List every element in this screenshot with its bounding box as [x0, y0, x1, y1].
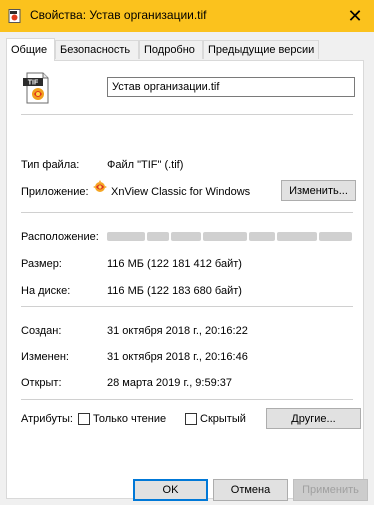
apply-button[interactable]: Применить — [293, 479, 368, 501]
other-attributes-button[interactable]: Другие... — [266, 408, 361, 429]
cancel-button-label: Отмена — [230, 484, 271, 496]
other-attributes-button-label: Другие... — [291, 412, 336, 425]
modified-value: 31 октября 2018 г., 20:16:46 — [107, 351, 248, 363]
accessed-value: 28 марта 2019 г., 9:59:37 — [107, 377, 233, 389]
tif-file-icon — [8, 9, 21, 23]
file-name-input[interactable] — [107, 77, 355, 97]
size-value: 116 МБ (122 181 412 байт) — [107, 258, 242, 270]
tab-label: Подробно — [144, 44, 195, 56]
separator — [21, 399, 353, 400]
tab-general[interactable]: Общие — [6, 38, 55, 61]
created-value: 31 октября 2018 г., 20:16:22 — [107, 325, 248, 337]
disk-size-value: 116 МБ (122 183 680 байт) — [107, 285, 242, 297]
tab-previous-versions[interactable]: Предыдущие версии — [203, 40, 319, 59]
created-label: Создан: — [21, 325, 62, 337]
tab-security[interactable]: Безопасность — [55, 40, 139, 59]
hidden-checkbox[interactable] — [185, 413, 197, 425]
app-value: XnView Classic for Windows — [111, 186, 251, 198]
tab-details[interactable]: Подробно — [139, 40, 203, 59]
disk-size-label: На диске: — [21, 285, 71, 297]
readonly-label[interactable]: Только чтение — [93, 413, 166, 425]
tab-label: Предыдущие версии — [208, 44, 315, 56]
title-bar[interactable]: Свойства: Устав организации.tif ✕ — [0, 0, 374, 32]
general-panel: TIF Тип файла: Файл "TIF" (.tif) Приложе… — [6, 60, 364, 499]
tab-label: Безопасность — [60, 44, 131, 56]
modified-label: Изменен: — [21, 351, 69, 363]
readonly-checkbox[interactable] — [78, 413, 90, 425]
xnview-app-icon — [93, 180, 107, 192]
window-title: Свойства: Устав организации.tif — [30, 8, 207, 22]
app-label: Приложение: — [21, 186, 89, 198]
tif-image-file-icon: TIF — [23, 72, 49, 104]
change-app-button-label: Изменить... — [289, 184, 348, 197]
close-button[interactable]: ✕ — [336, 0, 374, 32]
separator — [21, 114, 353, 115]
file-icon-badge: TIF — [28, 80, 39, 87]
file-type-value: Файл "TIF" (.tif) — [107, 159, 184, 171]
dialog-body: Общие Безопасность Подробно Предыдущие в… — [0, 32, 374, 505]
attributes-label: Атрибуты: — [21, 413, 73, 425]
change-app-button[interactable]: Изменить... — [281, 180, 356, 201]
file-type-label: Тип файла: — [21, 159, 80, 171]
location-label: Расположение: — [21, 231, 99, 243]
accessed-label: Открыт: — [21, 377, 62, 389]
ok-button-label: OK — [162, 484, 179, 496]
hidden-label[interactable]: Скрытый — [200, 413, 246, 425]
ok-button[interactable]: OK — [133, 479, 208, 501]
separator — [21, 306, 353, 307]
size-label: Размер: — [21, 258, 62, 270]
tab-label: Общие — [11, 44, 48, 56]
close-icon: ✕ — [347, 5, 363, 26]
location-value-blurred — [107, 232, 354, 241]
separator — [21, 212, 353, 213]
cancel-button[interactable]: Отмена — [213, 479, 288, 501]
apply-button-label: Применить — [302, 484, 359, 496]
